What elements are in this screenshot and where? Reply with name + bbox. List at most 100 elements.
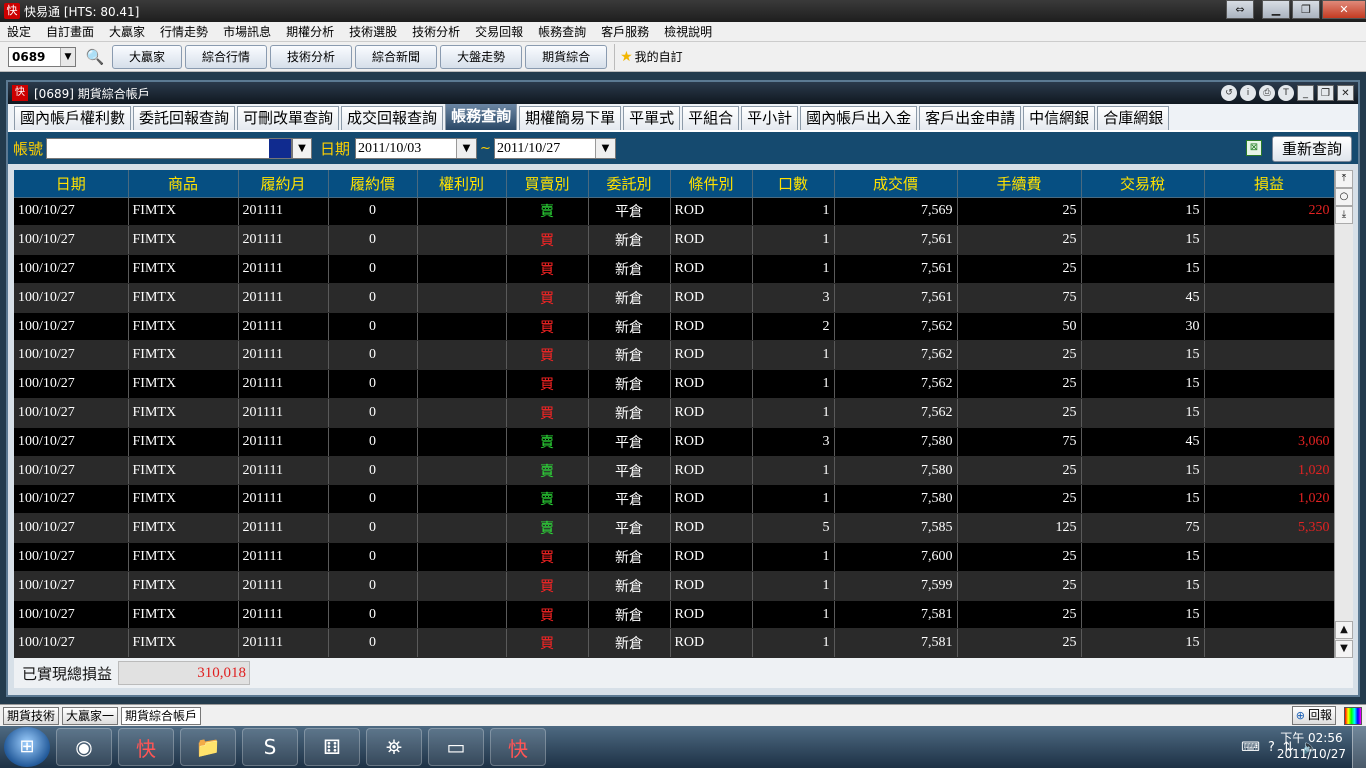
- toolbar-button[interactable]: 大贏家: [112, 44, 183, 69]
- toolbar-button[interactable]: 綜合新聞: [355, 44, 438, 69]
- window-tab[interactable]: 期貨技術: [3, 706, 60, 725]
- tab-item[interactable]: 委託回報查詢: [133, 106, 236, 130]
- column-header[interactable]: 手續費: [957, 170, 1082, 198]
- hts-icon[interactable]: 快: [490, 728, 546, 766]
- tab-item[interactable]: 帳務查詢: [445, 103, 518, 130]
- column-header[interactable]: 口數: [752, 170, 835, 198]
- app-red-icon[interactable]: 快: [118, 728, 174, 766]
- tab-item[interactable]: 平組合: [682, 106, 740, 130]
- chevron-down-icon[interactable]: ▼: [60, 47, 75, 66]
- menu-item[interactable]: 交易回報: [468, 23, 531, 40]
- scroll-down-icon[interactable]: ▼: [1335, 640, 1353, 658]
- column-header[interactable]: 成交價: [834, 170, 958, 198]
- window-icon[interactable]: ▭: [428, 728, 484, 766]
- print-icon[interactable]: ⎙: [1259, 85, 1275, 101]
- table-row[interactable]: 100/10/27 FIMTX 201111 0 買新倉 ROD 1 7,562 25 15: [14, 398, 1335, 428]
- menu-item[interactable]: 設定: [0, 23, 39, 40]
- maximize-button[interactable]: ❐: [1292, 0, 1320, 19]
- table-row[interactable]: 100/10/27 FIMTX 201111 0 買新倉 ROD 2 7,562 50 30: [14, 312, 1335, 342]
- table-row[interactable]: 100/10/27 FIMTX 201111 0 賣平倉 ROD 1 7,580 25 15 1,0…: [14, 456, 1335, 486]
- report-button[interactable]: ⊕ 回報: [1291, 706, 1336, 725]
- chevron-down-icon[interactable]: ▼: [292, 137, 313, 159]
- table-row[interactable]: 100/10/27 FIMTX 201111 0 買新倉 ROD 1 7,561 25 15: [14, 254, 1335, 284]
- keyboard-icon[interactable]: ⌨: [1241, 740, 1260, 755]
- skype-icon[interactable]: S: [242, 728, 298, 766]
- tab-item[interactable]: 成交回報查詢: [341, 106, 444, 130]
- close-button[interactable]: ✕: [1337, 85, 1354, 101]
- table-row[interactable]: 100/10/27 FIMTX 201111 0 買新倉 ROD 1 7,581 25 15: [14, 600, 1335, 630]
- toolbar-button[interactable]: 技術分析: [270, 44, 353, 69]
- start-button[interactable]: ⊞: [4, 727, 50, 767]
- scroll-bottom-icon[interactable]: ⤓: [1335, 206, 1353, 224]
- table-row[interactable]: 100/10/27 FIMTX 201111 0 賣平倉 ROD 3 7,580 75 45 3,0…: [14, 427, 1335, 457]
- table-row[interactable]: 100/10/27 FIMTX 201111 0 賣平倉 ROD 5 7,585 125 75 5,…: [14, 513, 1335, 544]
- color-palette-icon[interactable]: [1344, 707, 1362, 725]
- search-icon[interactable]: 🔍: [84, 47, 106, 67]
- menu-item[interactable]: 大贏家: [102, 23, 153, 40]
- tab-item[interactable]: 期權簡易下單: [519, 106, 622, 130]
- info-icon[interactable]: i: [1240, 85, 1256, 101]
- text-icon[interactable]: T: [1278, 85, 1294, 101]
- window-tab[interactable]: 期貨綜合帳戶: [121, 706, 202, 725]
- network-app-icon[interactable]: ⛯: [366, 728, 422, 766]
- menu-item[interactable]: 行情走勢: [153, 23, 216, 40]
- maximize-button[interactable]: ❐: [1317, 85, 1334, 101]
- menu-item[interactable]: 檢視說明: [657, 23, 720, 40]
- tab-item[interactable]: 國內帳戶出入金: [800, 106, 918, 130]
- explorer-icon[interactable]: 📁: [180, 728, 236, 766]
- column-header[interactable]: 商品: [128, 170, 239, 198]
- menu-item[interactable]: 期權分析: [279, 23, 342, 40]
- minimize-button[interactable]: ▁: [1262, 0, 1290, 19]
- menu-item[interactable]: 客戶服務: [594, 23, 657, 40]
- column-header[interactable]: 買賣別: [506, 170, 589, 198]
- table-row[interactable]: 100/10/27 FIMTX 201111 0 買新倉 ROD 1 7,600 25 15: [14, 542, 1335, 572]
- date-from-field[interactable]: 2011/10/03 ▼: [355, 137, 478, 159]
- scroll-circle-icon[interactable]: ○: [1335, 188, 1353, 206]
- column-header[interactable]: 交易稅: [1081, 170, 1205, 198]
- menu-item[interactable]: 自訂畫面: [39, 23, 102, 40]
- column-header[interactable]: 履約月: [238, 170, 329, 198]
- chrome-icon[interactable]: ◉: [56, 728, 112, 766]
- chevron-down-icon[interactable]: ▼: [456, 138, 477, 158]
- scroll-top-icon[interactable]: ⤒: [1335, 170, 1353, 188]
- toolbar-button[interactable]: 綜合行情: [185, 44, 268, 69]
- column-header[interactable]: 權利別: [417, 170, 507, 198]
- date-to-field[interactable]: 2011/10/27 ▼: [493, 137, 616, 159]
- favorites-button[interactable]: ★ 我的自訂: [620, 48, 683, 65]
- tab-item[interactable]: 合庫網銀: [1097, 106, 1170, 130]
- system-clock[interactable]: 下午 02:56 2011/10/27: [1277, 730, 1346, 762]
- table-row[interactable]: 100/10/27 FIMTX 201111 0 買新倉 ROD 1 7,561 25 15: [14, 225, 1335, 256]
- menu-item[interactable]: 技術選股: [342, 23, 405, 40]
- table-row[interactable]: 100/10/27 FIMTX 201111 0 買新倉 ROD 3 7,561 75 45: [14, 283, 1335, 313]
- scroll-up-icon[interactable]: ▲: [1335, 621, 1353, 639]
- chevron-down-icon[interactable]: ▼: [594, 138, 615, 158]
- dice-icon[interactable]: ⚅: [304, 728, 360, 766]
- menu-item[interactable]: 帳務查詢: [531, 23, 594, 40]
- account-select[interactable]: [46, 137, 293, 159]
- tab-item[interactable]: 平單式: [623, 106, 681, 130]
- table-row[interactable]: 100/10/27 FIMTX 201111 0 賣平倉 ROD 1 7,569 25 15 220: [14, 197, 1335, 227]
- toolbar-button[interactable]: 大盤走勢: [440, 44, 523, 69]
- close-button[interactable]: ✕: [1322, 0, 1366, 19]
- column-header[interactable]: 履約價: [328, 170, 418, 198]
- show-desktop-button[interactable]: [1352, 726, 1366, 768]
- tab-item[interactable]: 客戶出金申請: [919, 106, 1022, 130]
- table-row[interactable]: 100/10/27 FIMTX 201111 0 買新倉 ROD 1 7,562 25 15: [14, 369, 1335, 400]
- tab-item[interactable]: 中信網銀: [1023, 106, 1096, 130]
- minimize-button[interactable]: _: [1297, 85, 1314, 101]
- tab-item[interactable]: 可刪改單查詢: [237, 106, 340, 130]
- table-row[interactable]: 100/10/27 FIMTX 201111 0 賣平倉 ROD 1 7,580 25 15 1,0…: [14, 484, 1335, 515]
- menu-item[interactable]: 市場訊息: [216, 23, 279, 40]
- tab-item[interactable]: 平小計: [741, 106, 799, 130]
- vertical-scrollbar[interactable]: ⤒ ○ ⤓ ▲ ▼: [1334, 170, 1353, 658]
- help-icon[interactable]: ?: [1268, 740, 1275, 755]
- export-excel-icon[interactable]: ⊠: [1246, 140, 1262, 156]
- requery-button[interactable]: 重新查詢: [1272, 136, 1352, 162]
- back-icon[interactable]: ↺: [1221, 85, 1237, 101]
- toolbar-button[interactable]: 期貨綜合: [525, 44, 608, 69]
- table-row[interactable]: 100/10/27 FIMTX 201111 0 買新倉 ROD 1 7,599 25 15: [14, 571, 1335, 601]
- column-header[interactable]: 條件別: [670, 170, 753, 198]
- table-row[interactable]: 100/10/27 FIMTX 201111 0 買新倉 ROD 1 7,581 25 15: [14, 628, 1335, 658]
- stock-code-combo[interactable]: 0689 ▼: [8, 46, 76, 67]
- column-header[interactable]: 委託別: [588, 170, 671, 198]
